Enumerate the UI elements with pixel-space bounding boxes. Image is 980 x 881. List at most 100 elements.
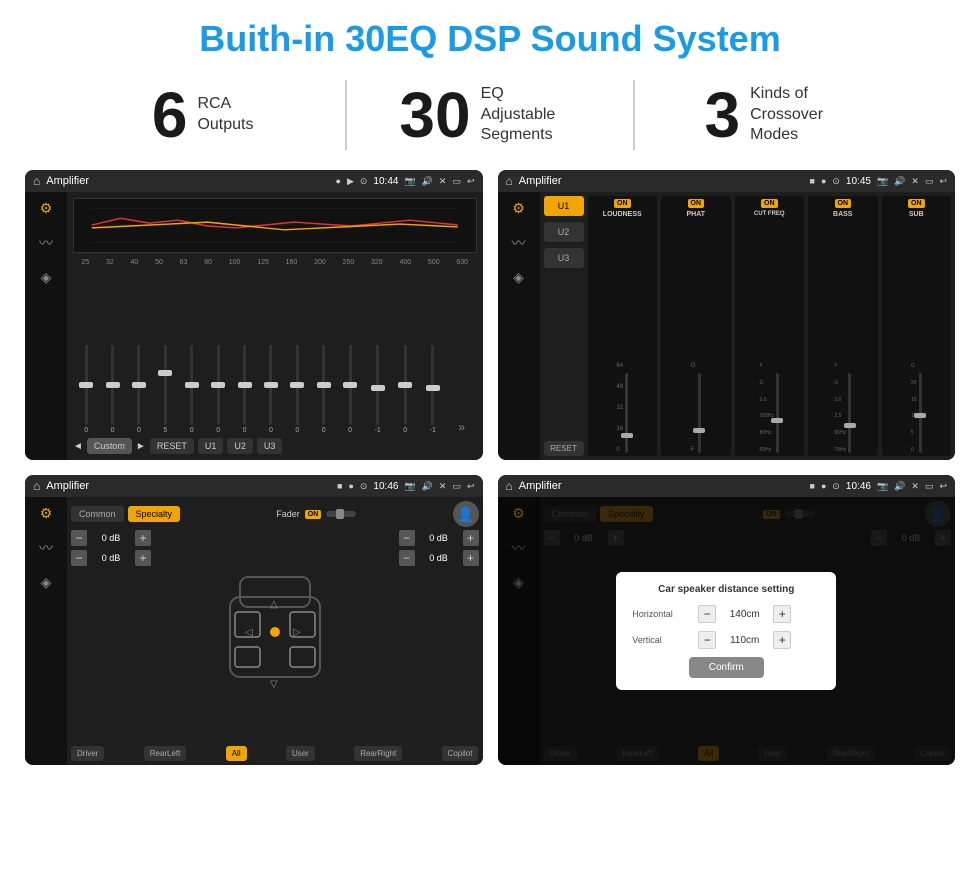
dialog-screen-content: ⚙ 〰 ◈ Common Specialty ON 👤: [498, 497, 956, 765]
cs-db-row-2: − 0 dB +: [71, 550, 151, 566]
cs-fader-slider-track[interactable]: [326, 511, 356, 517]
eq-slider-5[interactable]: 0: [190, 345, 194, 434]
eq-min-icon[interactable]: ▭: [452, 176, 461, 187]
eq-slider-4[interactable]: 5: [163, 345, 167, 434]
cs-rearright-btn[interactable]: RearRight: [354, 746, 402, 761]
amp-min-icon[interactable]: ▭: [925, 176, 934, 187]
amp-u1-btn[interactable]: U1: [544, 196, 584, 216]
cs-common-tab[interactable]: Common: [71, 506, 124, 522]
cs-back-icon[interactable]: ↩: [467, 481, 475, 492]
cs-copilot-btn[interactable]: Copilot: [442, 746, 479, 761]
amp-u3-btn[interactable]: U3: [544, 248, 584, 268]
amp-u2-btn[interactable]: U2: [544, 222, 584, 242]
dialog-back-icon[interactable]: ↩: [939, 481, 947, 492]
freq-250: 250: [343, 259, 355, 266]
dialog-screen: ⌂ Amplifier ■ ● ⊙ 10:46 📷 🔊 ✕ ▭ ↩ ⚙ 〰 ◈ …: [498, 475, 956, 765]
eq-slider-9[interactable]: 0: [295, 345, 299, 434]
cs-plus-3[interactable]: +: [463, 530, 479, 546]
cs-minus-1[interactable]: −: [71, 530, 87, 546]
eq-u3-btn[interactable]: U3: [257, 438, 283, 454]
cs-on-badge: ON: [305, 510, 322, 519]
amp-location-icon: ⊙: [832, 176, 840, 187]
eq-screen-title: Amplifier: [46, 175, 329, 187]
amp-phat-slider[interactable]: [698, 373, 701, 453]
amp-x-icon[interactable]: ✕: [911, 176, 919, 187]
home-icon[interactable]: ⌂: [33, 174, 40, 188]
cs-min-icon[interactable]: ▭: [452, 481, 461, 492]
cs-controls-area: − 0 dB + − 0 dB +: [71, 530, 479, 743]
amp-cutfreq-slider[interactable]: [776, 373, 779, 453]
eq-sidebar-icon-3[interactable]: ◈: [41, 269, 52, 286]
eq-custom-btn[interactable]: Custom: [87, 438, 132, 454]
screens-grid: ⌂ Amplifier ● ▶ ⊙ 10:44 📷 🔊 ✕ ▭ ↩ ⚙ 〰 ◈: [0, 165, 980, 775]
cs-db-val-3: 0 dB: [418, 533, 460, 543]
freq-100: 100: [229, 259, 241, 266]
eq-cam-icon: 📷: [404, 176, 415, 187]
amp-back-icon[interactable]: ↩: [939, 176, 947, 187]
amp-bass-slider[interactable]: [848, 373, 851, 453]
cs-minus-4[interactable]: −: [399, 550, 415, 566]
freq-200: 200: [314, 259, 326, 266]
eq-prev-icon[interactable]: ◄: [73, 441, 83, 452]
eq-back-icon[interactable]: ↩: [467, 176, 475, 187]
eq-slider-1[interactable]: 0: [84, 345, 88, 434]
eq-slider-3[interactable]: 0: [137, 345, 141, 434]
amp-sidebar-icon-1[interactable]: ⚙: [512, 200, 525, 217]
amp-sidebar-icon-2[interactable]: 〰: [512, 233, 526, 253]
cs-home-icon[interactable]: ⌂: [33, 479, 40, 493]
cs-all-btn[interactable]: All: [226, 746, 247, 761]
cs-x-icon[interactable]: ✕: [439, 481, 447, 492]
cs-avatar[interactable]: 👤: [453, 501, 479, 527]
freq-25: 25: [81, 259, 89, 266]
dialog-x-icon[interactable]: ✕: [911, 481, 919, 492]
dialog-horizontal-row: Horizontal − 140cm +: [632, 605, 820, 623]
eq-screen-content: ⚙ 〰 ◈: [25, 192, 483, 460]
eq-slider-2[interactable]: 0: [111, 345, 115, 434]
eq-x-icon[interactable]: ✕: [439, 176, 447, 187]
eq-slider-13[interactable]: 0: [403, 345, 407, 434]
cs-sidebar-icon-1[interactable]: ⚙: [40, 505, 53, 522]
dialog-vertical-minus[interactable]: −: [698, 631, 716, 649]
eq-slider-12[interactable]: -1: [375, 345, 381, 434]
cs-plus-2[interactable]: +: [135, 550, 151, 566]
eq-u1-btn[interactable]: U1: [198, 438, 224, 454]
eq-slider-10[interactable]: 0: [322, 345, 326, 434]
eq-u2-btn[interactable]: U2: [227, 438, 253, 454]
cs-sidebar-icon-2[interactable]: 〰: [39, 538, 53, 558]
cs-user-btn[interactable]: User: [286, 746, 315, 761]
dialog-home-icon[interactable]: ⌂: [506, 479, 513, 493]
eq-slider-7[interactable]: 0: [243, 345, 247, 434]
cs-plus-4[interactable]: +: [463, 550, 479, 566]
eq-next-icon[interactable]: ►: [136, 441, 146, 452]
stat-crossover: 3 Kinds of Crossover Modes: [635, 83, 920, 147]
dialog-min-icon[interactable]: ▭: [925, 481, 934, 492]
amp-screen-title: Amplifier: [519, 175, 804, 187]
cs-minus-2[interactable]: −: [71, 550, 87, 566]
cs-sidebar-icon-3[interactable]: ◈: [41, 574, 52, 591]
eq-slider-6[interactable]: 0: [216, 345, 220, 434]
dialog-horizontal-plus[interactable]: +: [773, 605, 791, 623]
dialog-vertical-plus[interactable]: +: [773, 631, 791, 649]
stat-text-crossover: Kinds of Crossover Modes: [750, 84, 850, 146]
amp-sub-slider[interactable]: [919, 373, 922, 453]
amp-sidebar-icon-3[interactable]: ◈: [513, 269, 524, 286]
eq-reset-btn[interactable]: RESET: [150, 438, 194, 454]
cs-specialty-tab[interactable]: Specialty: [128, 506, 181, 522]
eq-navigate[interactable]: »: [458, 420, 465, 434]
dialog-confirm-button[interactable]: Confirm: [689, 657, 764, 678]
cs-minus-3[interactable]: −: [399, 530, 415, 546]
amp-home-icon[interactable]: ⌂: [506, 174, 513, 188]
dialog-horizontal-minus[interactable]: −: [698, 605, 716, 623]
cs-plus-1[interactable]: +: [135, 530, 151, 546]
cs-driver-btn[interactable]: Driver: [71, 746, 104, 761]
eq-slider-8[interactable]: 0: [269, 345, 273, 434]
freq-125: 125: [257, 259, 269, 266]
amp-reset-btn[interactable]: RESET: [544, 441, 584, 456]
eq-slider-11[interactable]: 0: [348, 345, 352, 434]
eq-slider-14[interactable]: -1: [430, 345, 436, 434]
eq-sidebar-icon-2[interactable]: 〰: [39, 233, 53, 253]
cs-rearleft-btn[interactable]: RearLeft: [144, 746, 187, 761]
freq-40: 40: [131, 259, 139, 266]
eq-sidebar-icon-1[interactable]: ⚙: [40, 200, 53, 217]
amp-loudness-slider[interactable]: [625, 373, 628, 453]
